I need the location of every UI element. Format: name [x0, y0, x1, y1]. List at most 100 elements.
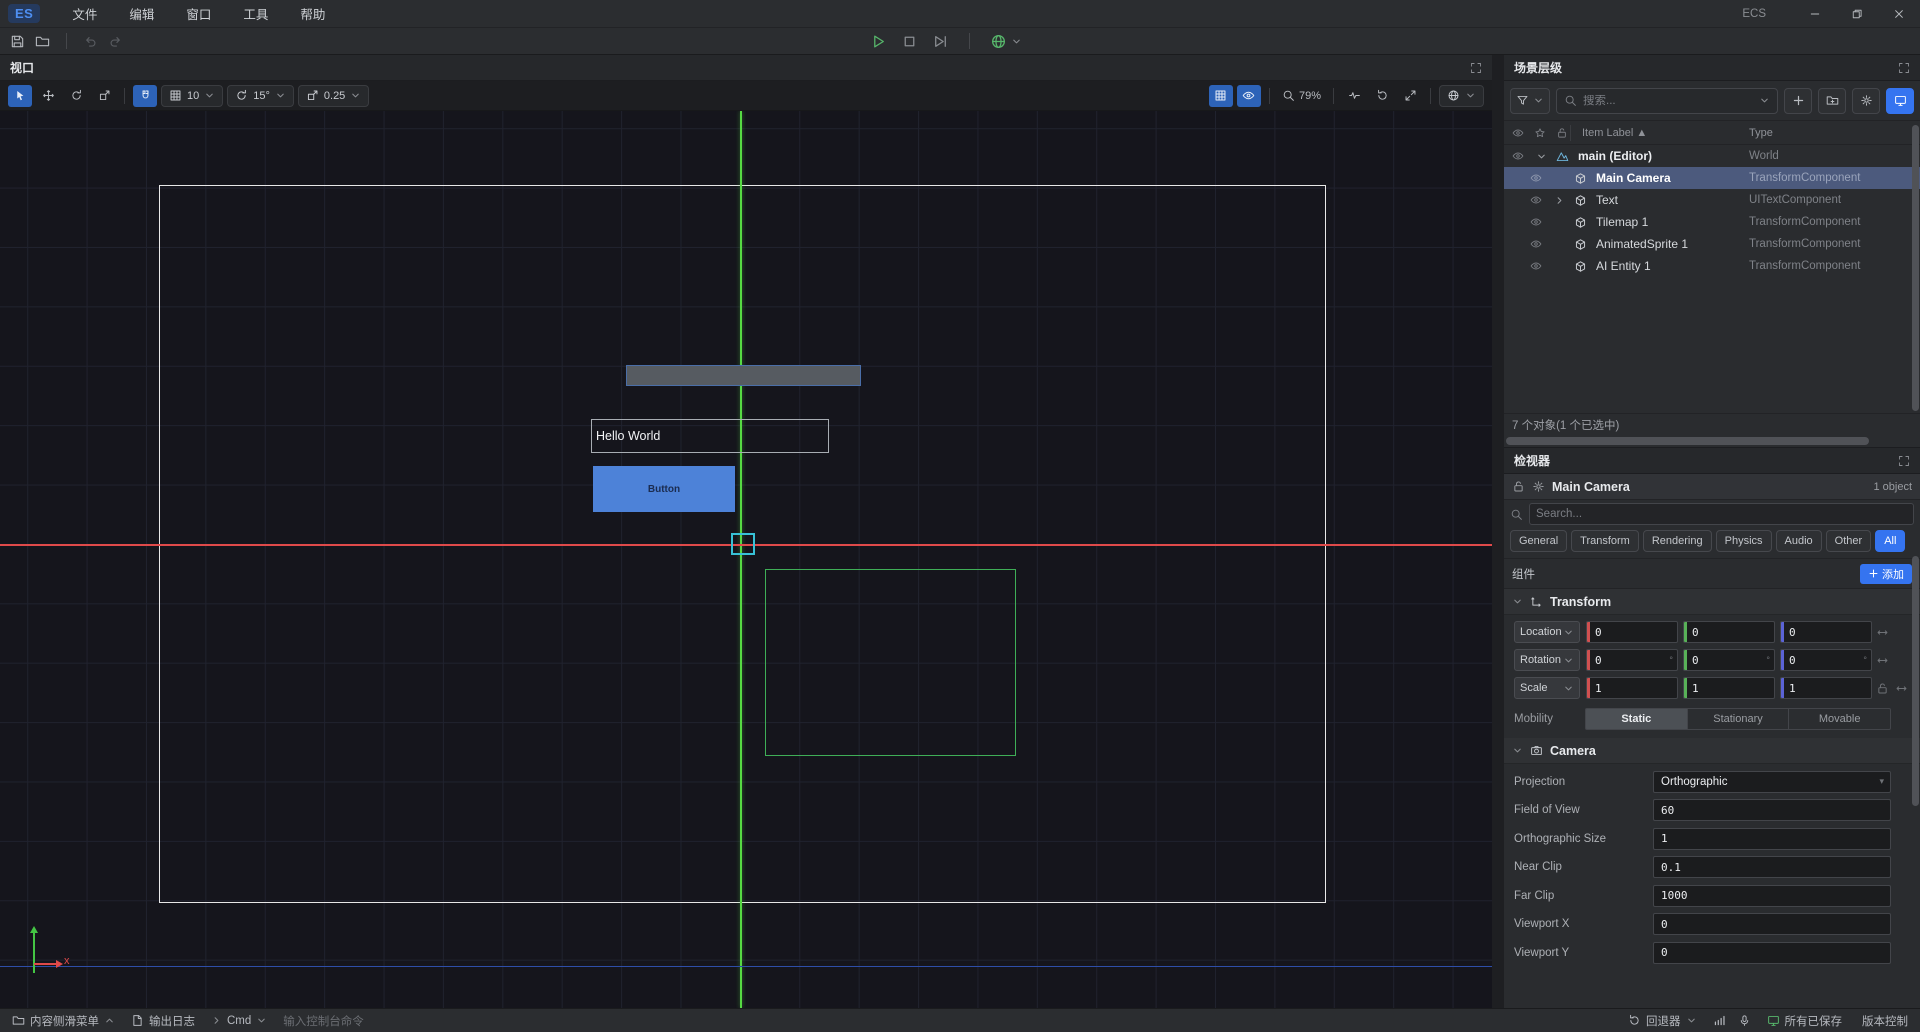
filter-dropdown[interactable] — [1510, 88, 1550, 114]
viewport-x-field[interactable] — [1653, 913, 1891, 935]
menu-file[interactable]: 文件 — [58, 0, 111, 27]
far-clip-field[interactable] — [1653, 885, 1891, 907]
save-icon[interactable] — [10, 34, 25, 49]
uniform-scale-lock-icon[interactable] — [1876, 682, 1889, 695]
menu-window[interactable]: 窗口 — [172, 0, 225, 27]
open-project-icon[interactable] — [35, 34, 50, 49]
scale-tool-button[interactable] — [92, 85, 116, 107]
menu-edit[interactable]: 编辑 — [115, 0, 168, 27]
location-y-field[interactable] — [1683, 621, 1775, 643]
location-z-input[interactable] — [1784, 626, 1871, 639]
tilemap-bounds-rect[interactable] — [765, 569, 1016, 756]
location-dropdown[interactable]: Location — [1514, 621, 1580, 643]
display-mode-button[interactable] — [1886, 88, 1914, 114]
viewport-y-field[interactable] — [1653, 942, 1891, 964]
step-button[interactable] — [932, 33, 949, 50]
menu-tools[interactable]: 工具 — [229, 0, 282, 27]
visibility-toggle[interactable] — [1237, 85, 1261, 107]
rotate-tool-button[interactable] — [64, 85, 88, 107]
tab-general[interactable]: General — [1510, 530, 1567, 552]
select-tool-button[interactable] — [8, 85, 32, 107]
scene-canvas[interactable]: Hello World Button x — [0, 111, 1492, 1008]
rotation-y-field[interactable]: ° — [1683, 649, 1775, 671]
snap-toggle-button[interactable] — [133, 85, 157, 107]
menu-help[interactable]: 帮助 — [286, 0, 339, 27]
console-input[interactable]: 输入控制台命令 — [279, 1013, 368, 1029]
hierarchy-hscrollbar[interactable] — [1504, 435, 1920, 447]
expand-panel-icon[interactable] — [1470, 62, 1482, 74]
location-x-field[interactable] — [1586, 621, 1678, 643]
eye-column-icon[interactable] — [1512, 127, 1524, 139]
reset-values-icon[interactable] — [1895, 682, 1908, 695]
grid-snap-dropdown[interactable]: 10 — [161, 85, 223, 107]
eye-icon[interactable] — [1530, 194, 1542, 206]
stop-button[interactable] — [901, 33, 918, 50]
rotation-dropdown[interactable]: Rotation — [1514, 649, 1580, 671]
redo-icon[interactable] — [108, 34, 123, 49]
chevron-down-icon[interactable] — [1536, 151, 1547, 162]
lock-column-icon[interactable] — [1556, 127, 1568, 139]
tab-transform[interactable]: Transform — [1571, 530, 1639, 552]
hierarchy-settings-button[interactable] — [1852, 88, 1880, 114]
hierarchy-search[interactable] — [1556, 88, 1778, 114]
reset-values-icon[interactable] — [1876, 654, 1889, 667]
uibutton-object[interactable]: Button — [593, 466, 735, 512]
zoom-level-control[interactable]: 79% — [1278, 85, 1325, 107]
microphone-icon[interactable] — [1738, 1014, 1751, 1027]
tab-rendering[interactable]: Rendering — [1643, 530, 1712, 552]
inspector-vscrollbar[interactable] — [1912, 556, 1919, 806]
close-button[interactable] — [1878, 0, 1920, 28]
tab-audio[interactable]: Audio — [1776, 530, 1822, 552]
world-dropdown[interactable] — [1439, 85, 1484, 107]
ortho-size-field[interactable] — [1653, 828, 1891, 850]
hierarchy-search-input[interactable] — [1583, 95, 1753, 107]
hierarchy-row-text[interactable]: Text UITextComponent — [1504, 189, 1920, 211]
far-clip-input[interactable] — [1654, 889, 1890, 902]
scale-z-input[interactable] — [1784, 682, 1871, 695]
add-entity-button[interactable] — [1784, 88, 1812, 114]
add-component-button[interactable]: 添加 — [1860, 564, 1912, 584]
viewport-x-input[interactable] — [1654, 918, 1890, 931]
eye-icon[interactable] — [1530, 216, 1542, 228]
location-y-input[interactable] — [1687, 626, 1774, 639]
expand-panel-icon[interactable] — [1898, 455, 1910, 467]
expand-panel-icon[interactable] — [1898, 62, 1910, 74]
selection-handle[interactable] — [731, 533, 755, 555]
gear-icon[interactable] — [1532, 480, 1545, 493]
eye-icon[interactable] — [1530, 238, 1542, 250]
scale-dropdown[interactable]: Scale — [1514, 677, 1580, 699]
hierarchy-row-main-camera[interactable]: Main Camera TransformComponent — [1504, 167, 1920, 189]
network-signal-icon[interactable] — [1713, 1014, 1726, 1027]
scale-x-input[interactable] — [1590, 682, 1677, 695]
rotation-x-input[interactable] — [1590, 654, 1669, 667]
rotation-x-field[interactable]: ° — [1586, 649, 1678, 671]
rotation-y-input[interactable] — [1687, 654, 1766, 667]
launch-target-dropdown[interactable] — [990, 33, 1022, 50]
mobility-movable[interactable]: Movable — [1789, 708, 1891, 730]
app-logo[interactable]: ES — [8, 4, 40, 23]
minimize-button[interactable] — [1794, 0, 1836, 28]
fit-view-button[interactable] — [1398, 85, 1422, 107]
cmd-dropdown[interactable]: Cmd — [207, 1015, 271, 1027]
scale-y-field[interactable] — [1683, 677, 1775, 699]
column-type[interactable]: Type — [1749, 127, 1773, 139]
save-status[interactable]: 所有已保存 — [1763, 1013, 1847, 1029]
undo-icon[interactable] — [83, 34, 98, 49]
show-grid-toggle[interactable] — [1209, 85, 1233, 107]
inspector-search[interactable] — [1529, 503, 1914, 525]
tab-all[interactable]: All — [1875, 530, 1905, 552]
hierarchy-row-tilemap[interactable]: Tilemap 1 TransformComponent — [1504, 211, 1920, 233]
eye-icon[interactable] — [1530, 260, 1542, 272]
star-column-icon[interactable] — [1534, 127, 1546, 139]
fov-field[interactable] — [1653, 799, 1891, 821]
camera-section-header[interactable]: Camera — [1504, 738, 1920, 764]
column-item-label[interactable]: Item Label ▲ — [1582, 127, 1647, 139]
scale-z-field[interactable] — [1780, 677, 1872, 699]
lock-icon[interactable] — [1512, 480, 1525, 493]
reset-values-icon[interactable] — [1876, 626, 1889, 639]
tab-physics[interactable]: Physics — [1716, 530, 1772, 552]
location-x-input[interactable] — [1590, 626, 1677, 639]
location-z-field[interactable] — [1780, 621, 1872, 643]
move-tool-button[interactable] — [36, 85, 60, 107]
version-control-button[interactable]: 版本控制 — [1858, 1013, 1912, 1029]
